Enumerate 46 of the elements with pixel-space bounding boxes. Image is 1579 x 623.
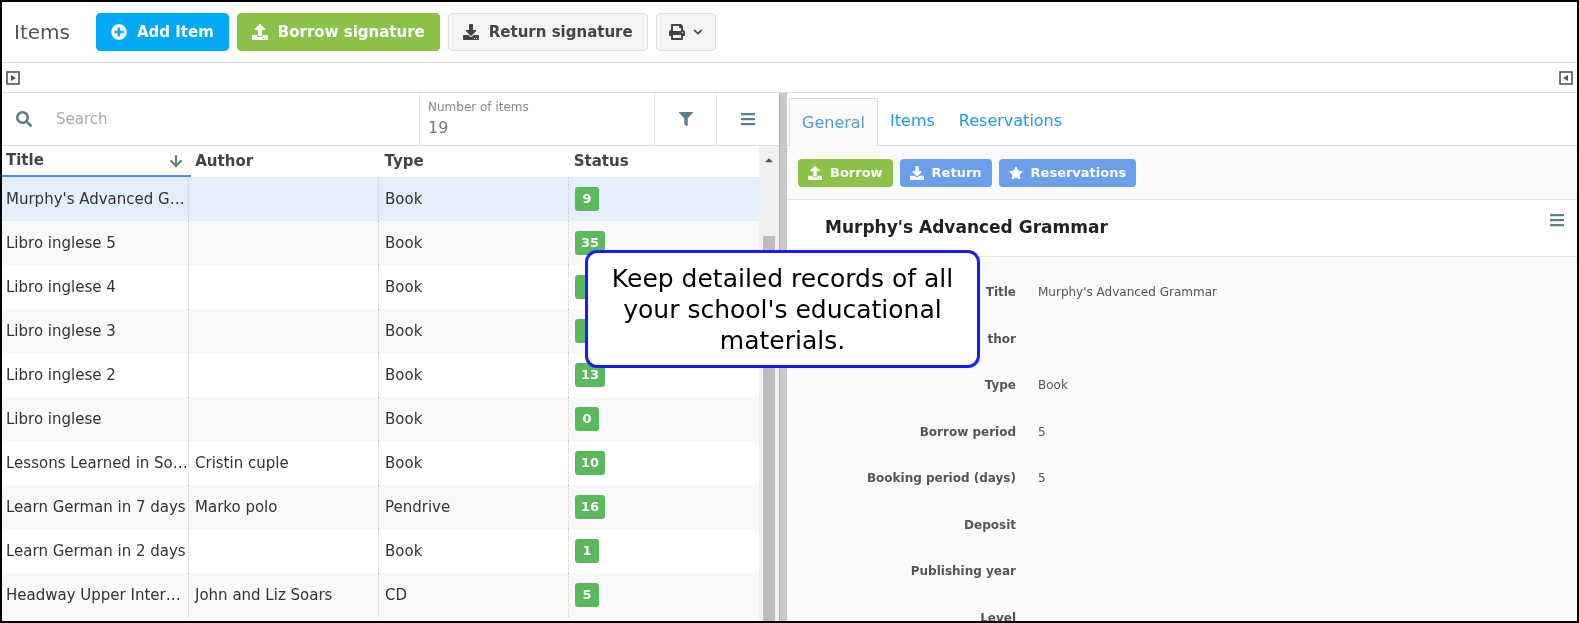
table-cell-text: Book: [385, 276, 423, 298]
field-label: Title: [985, 285, 1016, 299]
table-cell-text: Book: [385, 452, 423, 474]
status-badge: 1: [575, 539, 599, 563]
table-cell-text: Book: [385, 540, 423, 562]
status-badge: 0: [575, 407, 599, 431]
table-cell-text: Headway Upper Inter…: [6, 584, 181, 606]
table-cell-text: Libro inglese: [6, 408, 102, 430]
table-cell-text: Book: [385, 408, 423, 430]
table-cell-text: John and Liz Soars: [195, 584, 333, 606]
table-cell-text: Learn German in 2 days: [6, 540, 186, 562]
status-badge: 10: [575, 451, 606, 475]
field-value: Murphy's Advanced Grammar: [1038, 285, 1217, 299]
table-cell-text: Book: [385, 188, 423, 210]
field-label: Booking period (days): [866, 471, 1016, 485]
field-label: Type: [984, 378, 1016, 392]
table-cell-text: Learn German in 7 days: [6, 496, 186, 518]
table-cell-text: Cristin cuple: [195, 452, 289, 474]
field-value: Book: [1038, 378, 1068, 392]
table-cell-text: Libro inglese 3: [6, 320, 116, 342]
field-label: Publishing year: [910, 564, 1016, 578]
table-cell-text: Murphy's Advanced G…: [6, 188, 185, 210]
callout-tooltip: Keep detailed records of all your school's educational materials.: [585, 250, 980, 368]
table-cell-text: Libro inglese 4: [6, 276, 116, 298]
field-label: Borrow period: [919, 424, 1016, 439]
field-label: Level: [980, 610, 1016, 621]
table-cell-text: Book: [385, 320, 423, 342]
record-heading: Murphy's Advanced Grammar: [825, 216, 1108, 240]
table-cell-text: Marko polo: [195, 496, 278, 518]
table-cell-text: Lessons Learned in So…: [6, 452, 188, 474]
status-badge: 9: [575, 187, 599, 211]
field-label: Deposit: [964, 517, 1016, 532]
table-cell-text: CD: [385, 584, 408, 606]
item-count-value: 19: [428, 117, 450, 139]
status-badge: 16: [575, 495, 606, 519]
table-cell-text: Libro inglese 2: [6, 364, 116, 386]
table-cell-text: Pendrive: [385, 496, 451, 518]
table-cell-text: Libro inglese 5: [6, 232, 116, 254]
status-badge: 5: [575, 583, 599, 607]
field-label: thor: [987, 331, 1016, 346]
table-cell-text: Book: [385, 364, 423, 386]
item-count-label: Number of items: [428, 99, 530, 116]
page-title: Items: [14, 19, 70, 46]
field-value: 5: [1038, 424, 1046, 439]
field-value: 5: [1038, 471, 1046, 485]
table-cell-text: Book: [385, 232, 423, 254]
